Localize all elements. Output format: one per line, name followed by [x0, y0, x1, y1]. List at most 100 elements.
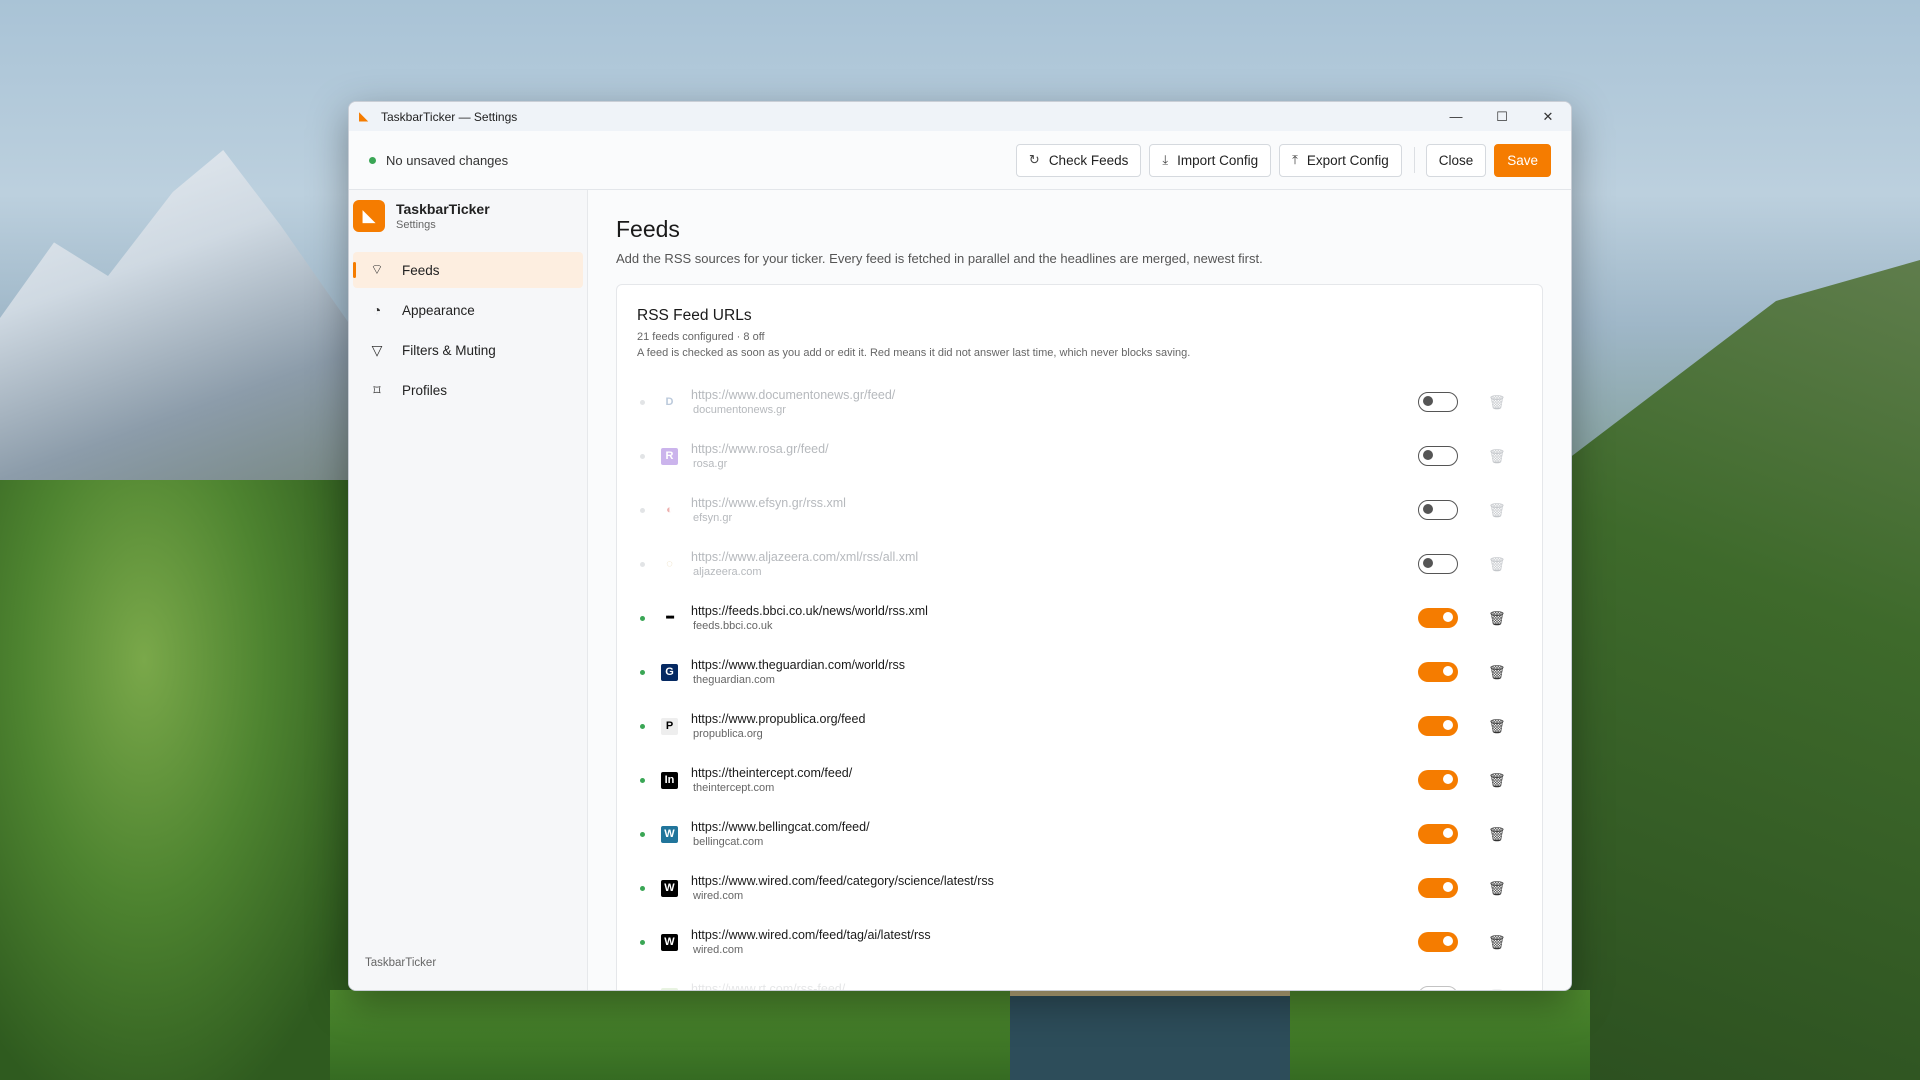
close-button[interactable]: Close [1425, 143, 1487, 177]
feed-row: Ghttps://www.theguardian.com/world/rss th… [637, 645, 1522, 699]
sidebar: ◣ TaskbarTicker Settings ⌔ Feeds ◔ Appea… [349, 190, 588, 990]
title-bar[interactable]: ◣ TaskbarTicker — Settings — ☐ ✕ [349, 102, 1571, 131]
feed-status-dot [640, 885, 645, 891]
feed-row: Whttps://www.wired.com/feed/tag/ai/lates… [637, 915, 1522, 969]
feed-url[interactable]: https://www.efsyn.gr/rss.xml [691, 496, 1418, 510]
trash-icon[interactable]: 🗑 [1488, 772, 1506, 789]
feed-enabled-toggle[interactable] [1418, 662, 1458, 682]
close-window-button[interactable]: ✕ [1525, 102, 1571, 131]
feed-host: aljazeera.com [693, 566, 762, 578]
status-dot [369, 156, 376, 164]
feed-status-dot [640, 669, 645, 675]
toggle-knob [1443, 936, 1453, 946]
feed-host: theintercept.com [693, 782, 775, 794]
feed-enabled-toggle[interactable] [1418, 878, 1458, 898]
trash-icon[interactable]: 🗑 [1488, 934, 1506, 951]
feed-url[interactable]: https://www.theguardian.com/world/rss [691, 658, 1418, 672]
trash-icon[interactable]: 🗑 [1488, 394, 1506, 411]
feed-enabled-toggle[interactable] [1418, 986, 1458, 990]
feed-url[interactable]: https://www.rosa.gr/feed/ [691, 442, 1418, 456]
feed-enabled-toggle[interactable] [1418, 500, 1458, 520]
toolbar: No unsaved changes ↻ Check Feeds ⤓ Impor… [349, 131, 1571, 190]
check-feeds-button[interactable]: ↻ Check Feeds [1015, 143, 1142, 177]
import-config-label: Import Config [1177, 152, 1259, 168]
trash-icon[interactable]: 🗑 [1488, 448, 1506, 465]
sidebar-item-profiles[interactable]: ⌑ Profiles [353, 372, 583, 408]
feed-favicon-icon: ◌ [666, 558, 673, 570]
trash-icon[interactable]: 🗑 [1488, 718, 1506, 735]
feed-row: Dhttps://www.documentonews.gr/feed/docum… [637, 375, 1522, 429]
feed-favicon-icon: In [661, 771, 678, 789]
feed-text: https://www.theguardian.com/world/rss the… [691, 658, 1418, 686]
card-title: RSS Feed URLs [637, 307, 752, 324]
feed-row: RT https://www.rt.com/rss-feed/rt.com 🗑 [637, 969, 1522, 991]
feed-row: ◐ https://www.efsyn.gr/rss.xml efsyn.gr 🗑 [637, 483, 1522, 537]
feed-status-dot [640, 615, 645, 621]
feeds-card: RSS Feed URLs 21 feeds configured · 8 of… [616, 284, 1543, 991]
import-config-button[interactable]: ⤓ Import Config [1149, 143, 1272, 177]
feed-enabled-toggle[interactable] [1418, 770, 1458, 790]
upload-icon: ⤒ [1292, 152, 1298, 167]
feed-row: ◌ https://www.aljazeera.com/xml/rss/all.x… [637, 537, 1522, 591]
sidebar-item-label: Appearance [402, 302, 475, 318]
feed-url[interactable]: https://www.propublica.org/feed [691, 712, 1418, 726]
trash-icon[interactable]: 🗑 [1488, 880, 1506, 897]
trash-icon[interactable]: 🗑 [1488, 556, 1506, 573]
trash-icon[interactable]: 🗑 [1488, 610, 1506, 627]
trash-icon[interactable]: 🗑 [1488, 826, 1506, 843]
feed-list: Dhttps://www.documentonews.gr/feed/docum… [637, 375, 1522, 991]
card-note: A feed is checked as soon as you add or … [637, 347, 1191, 359]
feed-enabled-toggle[interactable] [1418, 716, 1458, 736]
toggle-knob [1443, 828, 1453, 838]
feed-favicon-icon: ■■■ [665, 615, 675, 621]
feed-url[interactable]: https://www.documentonews.gr/feed/ [691, 388, 1418, 402]
trash-icon[interactable]: 🗑 [1488, 664, 1506, 681]
refresh-icon: ↻ [1028, 152, 1040, 167]
feed-host: theguardian.com [693, 674, 775, 686]
export-config-button[interactable]: ⤒ Export Config [1279, 143, 1402, 177]
feed-host: rosa.gr [693, 458, 728, 470]
sidebar-item-feeds[interactable]: ⌔ Feeds [353, 252, 583, 288]
feed-text: https://www.wired.com/feed/category/scie… [691, 874, 1418, 902]
feed-favicon-icon: RT [661, 987, 678, 990]
feed-enabled-toggle[interactable] [1418, 446, 1458, 466]
feed-url[interactable]: https://www.wired.com/feed/tag/ai/latest… [691, 928, 1418, 942]
page-description: Add the RSS sources for your ticker. Eve… [616, 251, 1263, 266]
feed-enabled-toggle[interactable] [1418, 824, 1458, 844]
feed-url[interactable]: https://theintercept.com/feed/ [691, 766, 1418, 780]
feed-favicon-icon: W [661, 933, 678, 951]
toggle-knob [1443, 612, 1453, 622]
feed-url[interactable]: https://feeds.bbci.co.uk/news/world/rss.… [691, 604, 1418, 618]
feed-url[interactable]: https://www.bellingcat.com/feed/ [691, 820, 1418, 834]
minimize-button[interactable]: — [1433, 102, 1479, 131]
save-button[interactable]: Save [1494, 143, 1551, 177]
feed-status-dot [640, 723, 645, 729]
feed-url[interactable]: https://www.wired.com/feed/category/scie… [691, 874, 1418, 888]
feed-url[interactable]: https://www.aljazeera.com/xml/rss/all.xm… [691, 550, 1418, 564]
feed-text: https://www.rosa.gr/feed/rosa.gr [691, 442, 1418, 470]
feed-enabled-toggle[interactable] [1418, 392, 1458, 412]
feed-row: Phttps://www.propublica.org/feed propubli… [637, 699, 1522, 753]
filter-icon: ▽ [371, 341, 383, 358]
feed-url[interactable]: https://www.rt.com/rss-feed/ [691, 982, 1418, 990]
feed-enabled-toggle[interactable] [1418, 932, 1458, 952]
sidebar-item-appearance[interactable]: ◔ Appearance [353, 292, 583, 328]
sidebar-item-filters[interactable]: ▽ Filters & Muting [353, 332, 583, 368]
trash-icon[interactable]: 🗑 [1488, 502, 1506, 519]
maximize-button[interactable]: ☐ [1479, 102, 1525, 131]
toggle-knob [1423, 450, 1433, 460]
toggle-knob [1443, 720, 1453, 730]
feed-host: efsyn.gr [693, 512, 733, 524]
feed-row: ■■■ https://feeds.bbci.co.uk/news/world/r… [637, 591, 1522, 645]
rss-icon: ⌔ [370, 261, 384, 277]
sidebar-item-label: Feeds [402, 262, 440, 278]
desktop-trees-bottom [330, 990, 1590, 1080]
rss-logo-icon: ◣ [353, 200, 385, 232]
feed-enabled-toggle[interactable] [1418, 608, 1458, 628]
window-title: TaskbarTicker — Settings [381, 109, 518, 124]
brand-name: TaskbarTicker [396, 201, 490, 217]
feed-favicon-icon: W [661, 879, 678, 897]
trash-icon[interactable]: 🗑 [1488, 988, 1506, 991]
feed-enabled-toggle[interactable] [1418, 554, 1458, 574]
feed-favicon-icon: G [661, 663, 678, 681]
